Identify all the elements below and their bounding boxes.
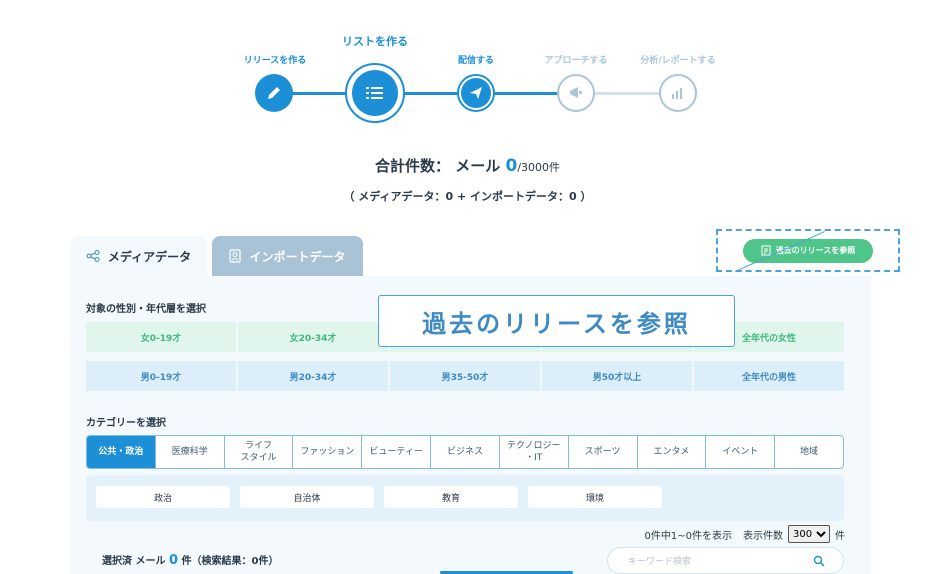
category-technology-it[interactable]: テクノロジー ・IT [498,436,568,468]
step-4-circle[interactable] [557,74,595,112]
gender-section-title: 対象の性別・年代層を選択 [86,304,206,315]
selected-prefix: 選択済 メール [102,556,166,567]
total-breakdown: （ メディアデータ：0 + インポートデータ：0 ） [343,190,592,203]
total-count-value: 0 [505,156,518,176]
selected-count-value: 0 [168,553,179,568]
tab-import-label: インポートデータ [249,249,346,264]
list-icon [366,87,383,99]
pager-summary: 0件中1~0件を表示 [644,530,732,542]
total-denominator: /3000件 [517,161,561,174]
category-section-title: カテゴリーを選択 [86,418,166,429]
share-icon [86,250,100,262]
subcategory-politics[interactable]: 政治 [96,486,230,508]
progress-stepper: リリースを作る リストを作る 配信する アプローチする 分析/レポートする [0,0,935,140]
subcategory-education[interactable]: 教育 [384,486,518,508]
pencil-icon [268,87,280,99]
step-label-4: アプローチする [544,56,608,66]
megaphone-icon [570,87,582,98]
step-1-circle[interactable] [255,74,293,112]
step-label-5: 分析/レポートする [640,56,716,66]
total-channel: メール [455,157,501,175]
chart-icon [672,88,682,99]
female-0-19-button[interactable]: 女0-19才 [86,322,236,352]
subcategory-area: 政治 自治体 教育 環境 [86,475,844,521]
selected-suffix: 件（検索結果：0件） [181,556,279,567]
male-0-19-button[interactable]: 男0-19才 [86,361,236,391]
male-50-plus-button[interactable]: 男50才以上 [542,361,692,391]
category-business[interactable]: ビジネス [430,436,499,468]
step-label-2: リストを作る [342,35,408,48]
total-label: 合計件数： [374,157,450,175]
category-region[interactable]: 地域 [774,436,843,468]
per-page-label: 表示件数 [743,530,783,542]
selected-count: 選択済 メール 0 件（検索結果：0件） [102,552,278,568]
category-medical-science[interactable]: 医療科学 [154,436,224,468]
paper-plane-icon [470,87,482,99]
tab-import-data[interactable]: インポートデータ [212,236,363,276]
step-label-1: リリースを作る [243,56,307,66]
category-fashion[interactable]: ファッション [292,436,361,468]
per-page-select[interactable]: 300 [788,525,830,543]
search-placeholder: キーワード検索 [628,557,692,567]
contact-card-icon [229,249,242,263]
tab-media-data[interactable]: メディアデータ [70,236,207,276]
male-all-button[interactable]: 全年代の男性 [694,361,844,391]
step-5-circle[interactable] [659,74,697,112]
total-count: 合計件数： メール 0/3000件 [0,155,935,176]
female-20-34-button[interactable]: 女20-34才 [238,322,388,352]
reference-highlight: 過去のリリースを参照 [716,229,900,272]
step-3-circle[interactable] [457,74,495,112]
callout-annotation: 過去のリリースを参照 [378,295,735,347]
search-icon[interactable] [813,555,825,567]
category-entertainment[interactable]: エンタメ [636,436,706,468]
category-event[interactable]: イベント [705,436,774,468]
category-public-politics[interactable]: 公共・政治 [87,436,155,468]
per-page-unit: 件 [835,530,845,542]
male-35-50-button[interactable]: 男35-50才 [390,361,540,391]
tab-media-label: メディアデータ [107,249,192,264]
subcategory-environment[interactable]: 環境 [528,486,662,508]
category-beauty[interactable]: ビューティー [361,436,430,468]
category-tabs: 公共・政治 医療科学 ライフ スタイル ファッション ビューティー ビジネス テ… [86,435,844,469]
keyword-search-input[interactable]: キーワード検索 [607,547,844,574]
male-20-34-button[interactable]: 男20-34才 [238,361,388,391]
category-sports[interactable]: スポーツ [567,436,637,468]
subcategory-local-government[interactable]: 自治体 [240,486,374,508]
category-lifestyle[interactable]: ライフ スタイル [223,436,293,468]
step-line-done [274,92,576,95]
step-label-3: 配信する [457,56,495,66]
step-2-circle[interactable] [345,63,405,123]
pagination-info: 0件中1~0件を表示 表示件数 300 件 [645,525,845,543]
